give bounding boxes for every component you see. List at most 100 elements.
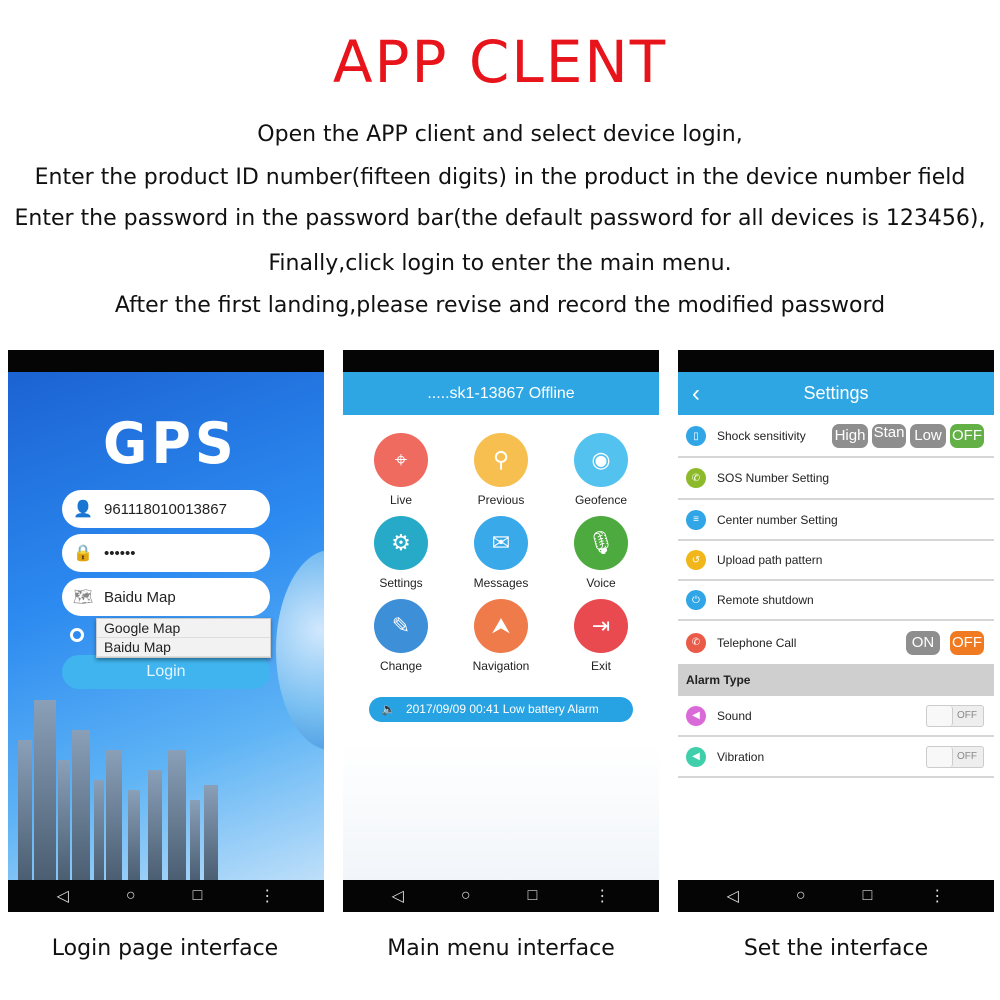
- shock-high-button[interactable]: High: [832, 424, 868, 448]
- map-select[interactable]: 🗺 Baidu Map: [62, 578, 270, 616]
- device-status-header: .....sk1-13867 Offline: [343, 372, 659, 415]
- recent-apps-icon[interactable]: □: [528, 887, 538, 905]
- target-icon: ◉: [574, 433, 628, 487]
- main-menu-screen: .....sk1-13867 Offline ⌖ Live ⚲ Previous ◉ Ge…: [343, 350, 659, 912]
- settings-title: Settings: [803, 383, 869, 403]
- menu-item-label: Voice: [586, 576, 616, 590]
- menu-item-messages[interactable]: ✉ Messages: [456, 516, 546, 590]
- center-number-row[interactable]: ≡ Center number Setting: [678, 500, 994, 541]
- back-icon[interactable]: ◁: [727, 886, 739, 906]
- alarm-text: 2017/09/09 00:41 Low battery Alarm: [405, 702, 599, 716]
- home-icon[interactable]: ○: [126, 887, 136, 905]
- shutdown-icon: ⏻: [686, 590, 706, 610]
- edit-icon: ✎: [374, 599, 428, 653]
- vibration-toggle[interactable]: OFF: [926, 745, 984, 768]
- recent-apps-icon[interactable]: □: [193, 887, 203, 905]
- menu-item-label: Live: [389, 493, 412, 507]
- password-input[interactable]: 🔒 ••••••: [62, 534, 270, 572]
- shock-standard-button[interactable]: Stan: [872, 424, 906, 448]
- recent-apps-icon[interactable]: □: [863, 887, 873, 905]
- map-selected-value: Baidu Map: [104, 588, 176, 606]
- instruction-line: After the first landing,please revise an…: [114, 293, 886, 318]
- lock-icon: 🔒: [73, 545, 93, 562]
- sound-toggle[interactable]: OFF: [926, 704, 984, 727]
- nav-bar: ◁ ○ □ ⋮: [8, 880, 324, 912]
- home-icon[interactable]: ○: [461, 887, 471, 905]
- settings-header: ‹ Settings: [678, 372, 994, 415]
- map-pin-icon: ⚲: [474, 433, 528, 487]
- page-title: APP CLENT: [332, 28, 668, 96]
- microphone-icon: 🎙: [574, 516, 628, 570]
- vibration-row: ◀ Vibration OFF: [678, 737, 994, 778]
- menu-item-live[interactable]: ⌖ Live: [356, 433, 446, 507]
- menu-item-navigation[interactable]: ⮝ Navigation: [456, 599, 546, 673]
- menu-item-label: Settings: [379, 576, 423, 590]
- phone-icon: ✆: [686, 468, 706, 488]
- home-icon[interactable]: ○: [796, 887, 806, 905]
- login-caption: Login page interface: [51, 936, 279, 961]
- toggle-state: OFF: [957, 750, 977, 762]
- menu-icon[interactable]: ⋮: [929, 886, 945, 906]
- settings-caption: Set the interface: [743, 936, 929, 961]
- menu-item-settings[interactable]: ⚙ Settings: [356, 516, 446, 590]
- vibrate-phone-icon: ▯: [686, 426, 706, 446]
- alarm-type-header: Alarm Type: [678, 664, 994, 696]
- remember-radio[interactable]: [70, 628, 84, 642]
- map-dropdown: Google Map Baidu Map: [96, 618, 271, 658]
- menu-item-voice[interactable]: 🎙 Voice: [556, 516, 646, 590]
- shock-off-button[interactable]: OFF: [950, 424, 984, 448]
- password-value: ••••••: [104, 544, 136, 562]
- menu-icon[interactable]: ⋮: [259, 886, 275, 906]
- instruction-line: Finally,click login to enter the main me…: [268, 251, 732, 276]
- menu-icon[interactable]: ⋮: [594, 886, 610, 906]
- sound-row: ◀ Sound OFF: [678, 696, 994, 737]
- row-label: Upload path pattern: [717, 553, 823, 567]
- sos-number-row[interactable]: ✆ SOS Number Setting: [678, 458, 994, 500]
- row-label: Telephone Call: [717, 635, 797, 650]
- remote-shutdown-row[interactable]: ⏻ Remote shutdown: [678, 581, 994, 621]
- menu-item-label: Navigation: [472, 659, 530, 673]
- instruction-line: Open the APP client and select device lo…: [257, 122, 743, 147]
- exit-icon: ⇥: [574, 599, 628, 653]
- phone-call-icon: ✆: [686, 632, 706, 653]
- alarm-banner[interactable]: 🔈 2017/09/09 00:41 Low battery Alarm: [369, 697, 633, 722]
- row-label: Center number Setting: [717, 512, 838, 527]
- telephone-off-button[interactable]: OFF: [950, 630, 984, 655]
- row-label: Vibration: [717, 749, 765, 764]
- back-icon[interactable]: ◁: [57, 886, 69, 906]
- row-label: Remote shutdown: [717, 593, 814, 607]
- globe-image: [276, 550, 324, 750]
- back-icon[interactable]: ◁: [392, 886, 404, 906]
- vibration-icon: ◀: [686, 746, 706, 767]
- map-option-google[interactable]: Google Map: [97, 619, 270, 638]
- upload-path-row[interactable]: ↺ Upload path pattern: [678, 541, 994, 581]
- menu-item-label: Geofence: [574, 493, 628, 507]
- speaker-icon: 🔈: [381, 702, 396, 716]
- upload-icon: ↺: [686, 550, 706, 570]
- row-label: Sound: [717, 708, 752, 723]
- status-bar: [8, 350, 324, 372]
- telephone-on-button[interactable]: ON: [906, 630, 940, 655]
- back-arrow-icon[interactable]: ‹: [692, 372, 700, 415]
- menu-item-label: Messages: [473, 576, 529, 590]
- menu-item-geofence[interactable]: ◉ Geofence: [556, 433, 646, 507]
- settings-screen: ‹ Settings ▯ Shock sensitivity High Stan …: [678, 350, 994, 912]
- nav-bar: ◁ ○ □ ⋮: [343, 880, 659, 912]
- menu-item-exit[interactable]: ⇥ Exit: [556, 599, 646, 673]
- map-icon: 🗺: [72, 589, 94, 606]
- toggle-state: OFF: [957, 709, 977, 721]
- device-id-value: 961118010013867: [104, 500, 227, 518]
- instruction-line: Enter the password in the password bar(t…: [14, 206, 986, 231]
- list-icon: ≡: [686, 509, 706, 530]
- shock-low-button[interactable]: Low: [910, 424, 946, 448]
- status-bar: [678, 350, 994, 372]
- login-button[interactable]: Login: [62, 655, 270, 689]
- menu-item-change[interactable]: ✎ Change: [356, 599, 446, 673]
- envelope-icon: ✉: [474, 516, 528, 570]
- menu-item-previous[interactable]: ⚲ Previous: [456, 433, 546, 507]
- crosshair-icon: ⌖: [374, 433, 428, 487]
- navigation-icon: ⮝: [474, 599, 528, 653]
- device-id-input[interactable]: 👤 961118010013867: [62, 490, 270, 528]
- menu-item-label: Previous: [477, 493, 525, 507]
- map-option-baidu[interactable]: Baidu Map: [97, 638, 270, 657]
